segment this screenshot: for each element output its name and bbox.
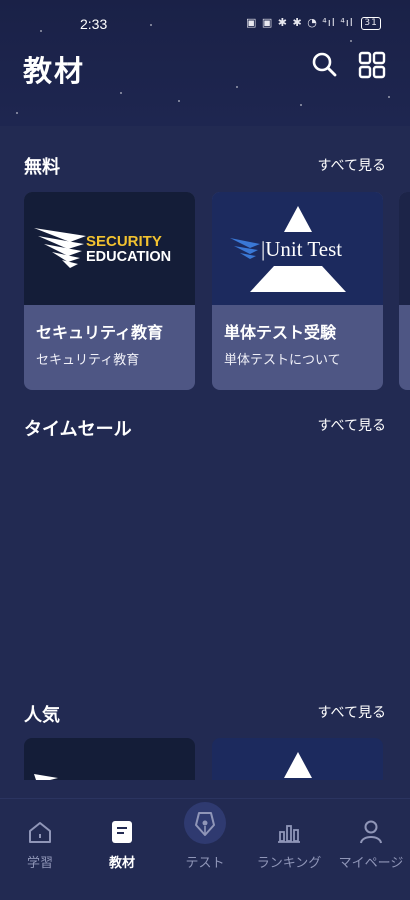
header: 2:33 ▣ ▣ ✱ ✱ ◔ ⁴ıl ⁴ıl 31 教材 [0,0,410,126]
bottom-nav: 学習 教材 テスト ランキング マイページ [0,798,410,900]
bar-chart-icon [278,825,300,843]
battery-icon: 31 [361,17,381,30]
course-card-unit-test[interactable]: |Unit Test 単体テスト受験 単体テストについて [212,192,383,390]
nav-label: 学習 [26,856,53,871]
unit-test-thumbnail: |Unit Test [212,192,383,305]
nav-item-mypage[interactable]: マイページ [332,799,410,879]
section-title-free: 無料 [24,157,60,178]
nav-item-study[interactable]: 学習 [0,799,80,879]
card-title: セキュリティ教育 [36,323,164,342]
course-card-security[interactable]: SECURITY EDUCATION セキュリティ教育 セキュリティ教育 [24,192,195,390]
card-title: 単体テスト受験 [224,323,337,342]
nav-label: マイページ [338,856,404,871]
thumb-education-text: EDUCATION [86,249,171,265]
nav-item-materials[interactable]: 教材 [82,799,162,879]
status-icon-group: ▣ ▣ ✱ ✱ ◔ ⁴ıl ⁴ıl [246,16,354,29]
user-icon [360,820,382,844]
home-icon [29,822,51,843]
see-all-timesale-link[interactable]: すべて見る [318,415,386,435]
status-bar: 2:33 ▣ ▣ ✱ ✱ ◔ ⁴ıl ⁴ıl 31 [0,14,410,36]
thumb-unit-test-text: |Unit Test [261,237,342,261]
nav-label-active: 教材 [108,856,135,871]
course-card-peek[interactable] [399,192,410,390]
section-title-timesale: タイムセール [24,419,132,440]
popular-security-thumbnail [24,738,195,780]
status-time: 2:33 [80,16,108,32]
thumb-security-text: SECURITY [86,233,162,250]
nav-item-ranking[interactable]: ランキング [248,799,330,879]
nav-label: ランキング [256,856,322,871]
popular-card-security[interactable] [24,738,195,780]
card-subtitle: 単体テストについて [224,353,341,368]
grid-icon[interactable] [357,50,387,80]
section-title-popular: 人気 [24,705,60,726]
card-subtitle: セキュリティ教育 [36,353,140,368]
book-icon [112,821,132,843]
page-title: 教材 [23,54,86,88]
pen-nib-icon [184,802,226,844]
popular-unit-test-thumbnail [212,738,383,780]
popular-card-unit-test[interactable] [212,738,383,780]
search-icon[interactable] [310,50,340,80]
security-education-thumbnail: SECURITY EDUCATION [24,192,195,305]
see-all-free-link[interactable]: すべて見る [318,155,386,175]
see-all-popular-link[interactable]: すべて見る [318,702,386,722]
thumb-unit-test-label: Unit Test [265,237,342,261]
nav-item-test[interactable]: テスト [165,799,245,879]
status-icons: ▣ ▣ ✱ ✱ ◔ ⁴ıl ⁴ıl 31 [246,16,381,30]
nav-label: テスト [185,856,225,871]
